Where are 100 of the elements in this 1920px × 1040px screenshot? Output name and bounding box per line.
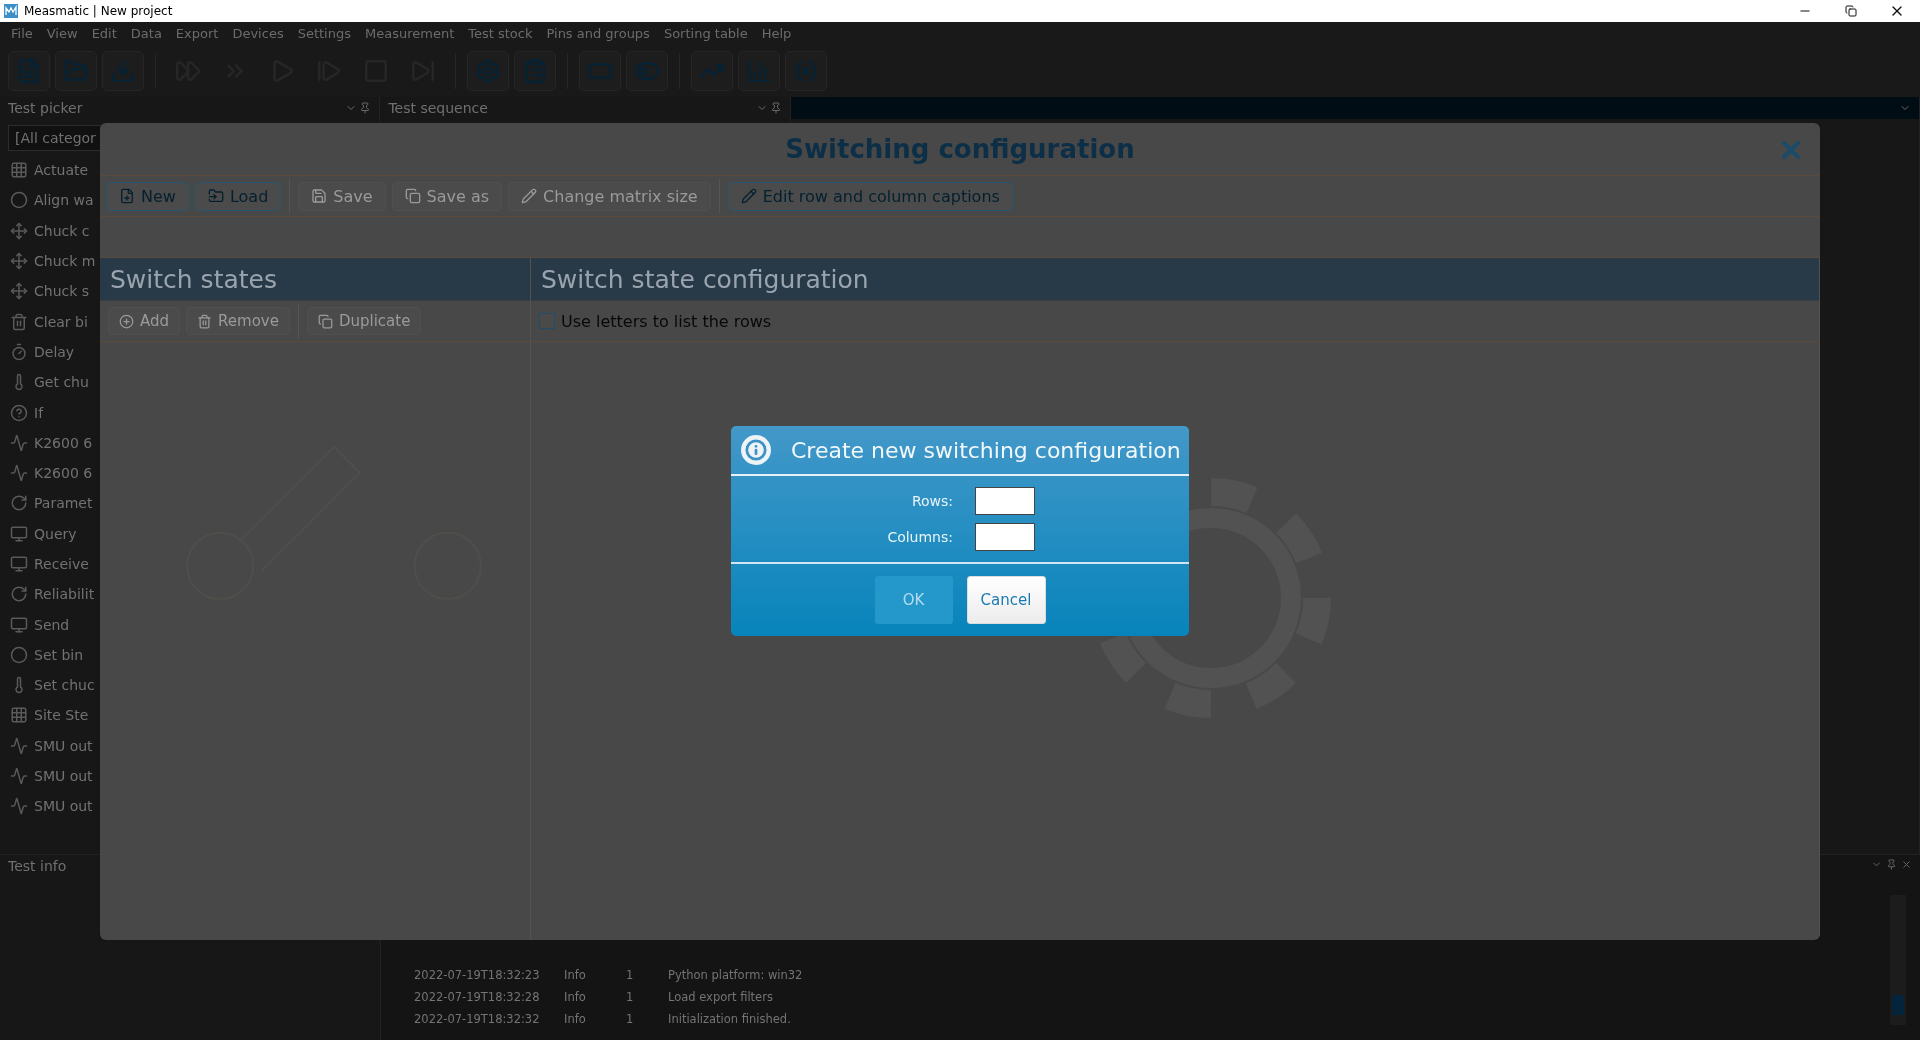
toolbar-button[interactable] [514, 51, 556, 91]
pin-icon[interactable] [769, 102, 782, 114]
window-title: Measmatic | New project [24, 4, 173, 18]
menu-item[interactable]: Devices [225, 26, 291, 41]
button-icon [197, 313, 213, 329]
toolbar-button[interactable] [626, 51, 668, 91]
toolbar-button[interactable]: Edit row and column captions [727, 181, 1013, 211]
test-item[interactable]: Receive [34, 556, 89, 572]
test-item[interactable]: Send [34, 616, 70, 633]
test-item[interactable]: Clear bi [34, 313, 88, 330]
toolbar-button[interactable] [102, 51, 144, 91]
test-icon [10, 342, 28, 361]
test-item[interactable]: Chuck m [34, 253, 96, 270]
menu-item[interactable]: Measurement [358, 26, 462, 41]
toolbar-icon [16, 58, 42, 84]
toolbar-button[interactable] [55, 51, 97, 91]
test-item[interactable]: If [34, 404, 44, 421]
test-icon [10, 221, 28, 240]
prompt-title: Create new switching configuration [791, 437, 1181, 463]
test-item[interactable]: Actuate [34, 162, 89, 179]
button-icon [521, 188, 538, 204]
test-icon [10, 706, 28, 725]
app-logo-icon [4, 4, 18, 18]
log-level: Info [564, 990, 587, 1004]
test-icon [10, 403, 28, 422]
test-item[interactable]: SMU out [34, 768, 93, 785]
test-item[interactable]: K2600 6 [34, 434, 93, 451]
close-icon[interactable] [1901, 859, 1912, 870]
test-icon [10, 191, 28, 210]
test-item[interactable]: Reliabilit [34, 586, 95, 603]
toolbar-button[interactable] [691, 51, 733, 91]
toolbar-button[interactable] [467, 51, 509, 91]
menu-item[interactable]: View [39, 26, 85, 41]
pin-icon[interactable] [1886, 859, 1897, 870]
test-icon [10, 585, 28, 604]
restore-icon [1845, 5, 1857, 17]
dialog-button[interactable]: Cancel [966, 576, 1046, 624]
button-icon [207, 188, 224, 204]
menu-item[interactable]: Data [123, 26, 169, 41]
test-item[interactable]: K2600 6 [34, 465, 93, 482]
toolbar-icon [475, 58, 501, 84]
toolbar-icon [63, 58, 89, 84]
menu-item[interactable]: Export [168, 26, 226, 41]
menu-item[interactable]: Settings [290, 26, 358, 41]
field-label: Columns: [887, 529, 953, 545]
test-item[interactable]: Chuck s [34, 283, 90, 300]
menu-item[interactable]: Edit [84, 26, 124, 41]
button-icon [740, 188, 757, 204]
log-time: 2022-07-19T18:32:23 [414, 968, 541, 982]
test-icon [10, 433, 28, 452]
test-icon [10, 282, 28, 301]
field-label: Rows: [911, 493, 953, 509]
test-item[interactable]: Chuck c [34, 222, 90, 239]
test-item[interactable]: Query [34, 525, 77, 542]
scrollbar[interactable] [1890, 895, 1906, 1025]
panel-title: Test picker [8, 100, 83, 116]
menu-item[interactable]: Sorting table [656, 26, 755, 41]
menu-item[interactable]: Help [754, 26, 799, 41]
test-item[interactable]: Site Ste [34, 707, 89, 724]
menu-item[interactable]: Test stock [461, 26, 540, 41]
test-icon [10, 645, 28, 664]
test-item[interactable]: Set bin [34, 646, 84, 663]
letters-checkbox[interactable]: Use letters to list the rows [539, 311, 772, 331]
log-level: Info [564, 1012, 587, 1026]
pin-icon[interactable] [359, 102, 372, 114]
test-item[interactable]: Paramet [34, 495, 93, 512]
number-input[interactable] [975, 487, 1035, 515]
section-title: Switch state configuration [531, 258, 1819, 301]
toolbar-button[interactable] [8, 51, 50, 91]
menu-item[interactable]: File [4, 26, 40, 41]
number-input[interactable] [975, 523, 1035, 551]
test-icon [10, 615, 28, 634]
test-item[interactable]: Get chu [34, 374, 89, 391]
menu-item[interactable]: Pins and groups [539, 26, 657, 41]
toolbar-icon [110, 58, 136, 84]
log-time: 2022-07-19T18:32:28 [414, 990, 541, 1004]
test-icon [10, 464, 28, 483]
button-icon [311, 188, 328, 204]
log-id: 1 [626, 990, 635, 1004]
test-icon [10, 524, 28, 543]
log-message: Initialization finished. [668, 1012, 792, 1026]
test-item[interactable]: SMU out [34, 737, 93, 754]
toolbar-icon [522, 58, 548, 84]
test-item[interactable]: Set chuc [34, 677, 95, 694]
toolbar-button[interactable] [738, 51, 780, 91]
test-item[interactable]: SMU out [34, 798, 93, 815]
test-icon [10, 252, 28, 271]
toolbar-button[interactable]: Load [194, 181, 282, 211]
test-item[interactable]: Delay [34, 343, 75, 360]
log-id: 1 [626, 1012, 635, 1026]
log-level: Info [564, 968, 587, 982]
toolbar-button[interactable] [785, 51, 827, 91]
toolbar-icon [793, 58, 819, 84]
checkbox[interactable] [539, 313, 555, 329]
test-icon [10, 494, 28, 513]
test-item[interactable]: Align wa [34, 192, 94, 209]
toolbar-button[interactable] [579, 51, 621, 91]
section-title: Switch states [100, 258, 530, 301]
toolbar-button[interactable]: New [106, 181, 189, 211]
log-time: 2022-07-19T18:32:32 [414, 1012, 541, 1026]
